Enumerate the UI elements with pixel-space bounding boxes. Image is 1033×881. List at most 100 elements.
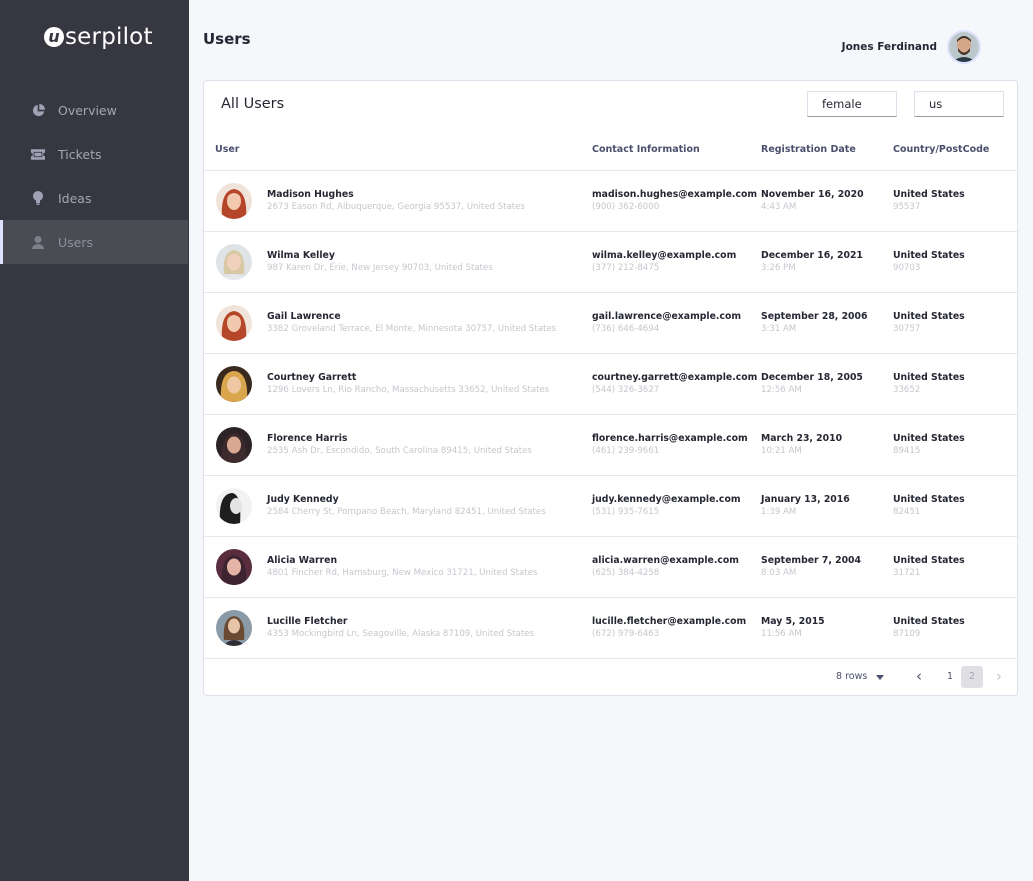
users-table-card: All Users User Contact Information Regis…	[203, 80, 1019, 696]
user-address: 3382 Groveland Terrace, El Monte, Minnes…	[267, 324, 557, 334]
current-user-avatar[interactable]	[947, 30, 981, 64]
logo-text: serpilot	[65, 24, 153, 50]
table-row[interactable]: Judy Kennedy 2584 Cherry St, Pompano Bea…	[204, 476, 1019, 537]
registration-date: November 16, 2020	[761, 189, 864, 200]
table-row[interactable]: Florence Harris 2535 Ash Dr, Escondido, …	[204, 415, 1019, 476]
column-header-user[interactable]: User	[215, 144, 240, 155]
user-address: 2673 Eason Rd, Albuquerque, Georgia 9553…	[267, 202, 525, 212]
registration-date: January 13, 2016	[761, 494, 850, 505]
user-name: Judy Kennedy	[267, 494, 339, 505]
user-postcode: 89415	[893, 446, 921, 456]
user-email: florence.harris@example.com	[592, 433, 748, 444]
user-address: 4353 Mockingbird Ln, Seagoville, Alaska …	[267, 629, 534, 639]
user-phone: (736) 646-4694	[592, 324, 660, 334]
user-name: Wilma Kelley	[267, 250, 335, 261]
user-email: madison.hughes@example.com	[592, 189, 758, 200]
table-row[interactable]: Lucille Fletcher 4353 Mockingbird Ln, Se…	[204, 598, 1019, 659]
user-name: Florence Harris	[267, 433, 348, 444]
user-country: United States	[893, 189, 965, 200]
user-address: 2584 Cherry St, Pompano Beach, Maryland …	[267, 507, 546, 517]
sidebar-nav: Overview Tickets Ideas Users	[0, 88, 189, 264]
user-name: Lucille Fletcher	[267, 616, 348, 627]
registration-time: 4:43 AM	[761, 202, 797, 212]
page-title: Users	[203, 30, 251, 48]
column-header-contact[interactable]: Contact Information	[592, 144, 700, 155]
page-button-1[interactable]: 1	[939, 666, 961, 688]
user-postcode: 82451	[893, 507, 921, 517]
user-country: United States	[893, 372, 965, 383]
page-button-2[interactable]: 2	[961, 666, 983, 688]
user-email: alicia.warren@example.com	[592, 555, 739, 566]
user-avatar	[216, 366, 252, 402]
table-row[interactable]: Alicia Warren 4801 Fincher Rd, Hamsburg,…	[204, 537, 1019, 598]
user-postcode: 87109	[893, 629, 921, 639]
user-phone: (377) 212-8475	[592, 263, 660, 273]
sidebar-item-label: Ideas	[58, 190, 92, 206]
user-country: United States	[893, 616, 965, 627]
sidebar-item-overview[interactable]: Overview	[0, 88, 189, 132]
registration-date: December 16, 2021	[761, 250, 863, 261]
table-header: User Contact Information Registration Da…	[204, 131, 1019, 171]
country-filter-input[interactable]	[914, 91, 1004, 117]
registration-time: 8:03 AM	[761, 568, 797, 578]
user-country: United States	[893, 494, 965, 505]
ticket-icon	[30, 146, 46, 162]
chevron-left-icon[interactable]: ‹	[916, 667, 922, 685]
user-postcode: 90703	[893, 263, 921, 273]
user-address: 987 Karen Dr, Erie, New Jersey 90703, Un…	[267, 263, 493, 273]
user-postcode: 95537	[893, 202, 921, 212]
sidebar-item-label: Tickets	[58, 146, 102, 162]
lightbulb-icon	[30, 190, 46, 206]
user-avatar	[216, 244, 252, 280]
user-avatar	[216, 427, 252, 463]
user-postcode: 31721	[893, 568, 921, 578]
user-name: Madison Hughes	[267, 189, 354, 200]
gender-filter-input[interactable]	[807, 91, 897, 117]
registration-date: September 7, 2004	[761, 555, 861, 566]
sidebar-item-label: Overview	[58, 102, 117, 118]
registration-time: 1:39 AM	[761, 507, 797, 517]
sidebar-item-tickets[interactable]: Tickets	[0, 132, 189, 176]
user-email: gail.lawrence@example.com	[592, 311, 742, 322]
user-name: Alicia Warren	[267, 555, 338, 566]
chevron-right-icon[interactable]: ›	[996, 667, 1002, 685]
table-row[interactable]: Madison Hughes 2673 Eason Rd, Albuquerqu…	[204, 171, 1019, 232]
logo-mark: u	[44, 27, 64, 47]
registration-date: May 5, 2015	[761, 616, 825, 627]
registration-time: 12:56 AM	[761, 385, 802, 395]
registration-date: September 28, 2006	[761, 311, 868, 322]
registration-time: 10:21 AM	[761, 446, 802, 456]
registration-date: March 23, 2010	[761, 433, 843, 444]
user-country: United States	[893, 311, 965, 322]
user-email: lucille.fletcher@example.com	[592, 616, 747, 627]
user-postcode: 30757	[893, 324, 921, 334]
table-row[interactable]: Gail Lawrence 3382 Groveland Terrace, El…	[204, 293, 1019, 354]
caret-down-icon[interactable]	[876, 675, 884, 680]
sidebar-item-ideas[interactable]: Ideas	[0, 176, 189, 220]
user-phone: (544) 326-3627	[592, 385, 660, 395]
current-user-name[interactable]: Jones Ferdinand	[842, 41, 937, 53]
user-country: United States	[893, 555, 965, 566]
user-avatar	[216, 488, 252, 524]
logo[interactable]: u serpilot	[44, 24, 153, 50]
user-icon	[30, 234, 46, 250]
sidebar-item-label: Users	[58, 234, 94, 250]
table-row[interactable]: Courtney Garrett 1296 Lovers Ln, Rio Ran…	[204, 354, 1019, 415]
user-country: United States	[893, 433, 965, 444]
registration-time: 3:26 PM	[761, 263, 796, 273]
table-body: Madison Hughes 2673 Eason Rd, Albuquerqu…	[204, 171, 1019, 659]
user-phone: (672) 979-6463	[592, 629, 660, 639]
column-header-country[interactable]: Country/PostCode	[893, 144, 989, 155]
table-row[interactable]: Wilma Kelley 987 Karen Dr, Erie, New Jer…	[204, 232, 1019, 293]
column-header-registration[interactable]: Registration Date	[761, 144, 856, 155]
user-avatar	[216, 183, 252, 219]
user-phone: (531) 935-7615	[592, 507, 660, 517]
rows-per-page-select[interactable]: 8 rows	[836, 671, 867, 682]
card-title: All Users	[221, 96, 285, 112]
user-phone: (625) 384-4258	[592, 568, 660, 578]
sidebar-item-users[interactable]: Users	[0, 220, 188, 264]
user-country: United States	[893, 250, 965, 261]
user-postcode: 33652	[893, 385, 921, 395]
user-avatar	[216, 610, 252, 646]
user-avatar	[216, 305, 252, 341]
